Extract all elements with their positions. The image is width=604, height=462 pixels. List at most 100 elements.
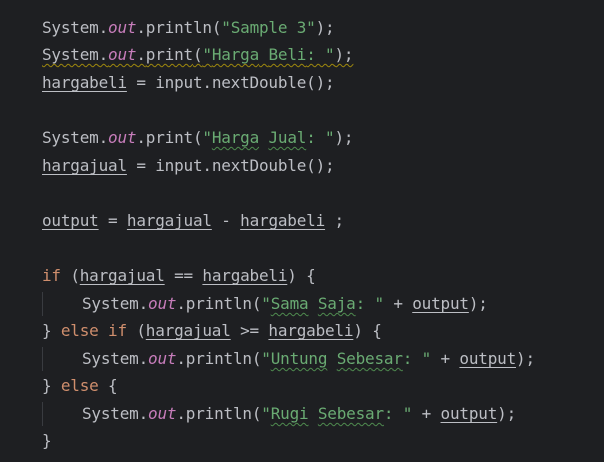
variable-hargabeli: hargabeli [42,73,127,92]
code-line-5[interactable]: System.out.print("Harga Jual: "); [42,126,354,150]
dot: . [136,45,146,64]
variable-hargajual: hargajual [145,321,231,340]
method-call: input.nextDouble(); [155,73,335,92]
string-literal: "Sama Saja: " [261,294,384,313]
open-brace: { [296,266,316,285]
code-line-10[interactable]: if (hargajual == hargabeli) { [42,264,316,288]
static-field: out [148,404,177,423]
close-paren-semicolon: ); [468,294,488,313]
assign-op: = [126,156,156,175]
method-name: println [145,18,212,37]
dot: . [138,294,149,313]
method-call: input.nextDouble(); [155,156,335,175]
code-line-8[interactable]: output = hargajual - hargabeli ; [42,209,344,233]
string-word-typo: Sama [270,294,309,313]
variable-hargabeli: hargabeli [202,266,288,285]
string-word-typo: Harga [211,128,260,147]
string-end: : " [306,45,335,64]
equals-op: == [164,266,203,285]
code-line-2[interactable]: System.out.print("Harga Beli: "); [42,43,354,67]
static-field: out [108,128,137,147]
paren: ) [287,266,297,285]
paren: ( [251,294,262,313]
class-ref: System [42,128,99,147]
string-end: : " [402,349,432,368]
plus-op: + [431,349,460,368]
code-line-13[interactable]: System.out.println("Untung Sebesar: " + … [82,347,535,371]
close-paren-semicolon: ); [315,18,335,37]
close-paren-semicolon: ); [334,45,354,64]
variable-output: output [440,404,498,423]
string-word-typo: Saja [317,294,356,313]
code-line-6[interactable]: hargajual = input.nextDouble(); [42,154,335,178]
indent-guide [42,347,43,371]
string-literal: "Rugi Sebesar: " [261,404,412,423]
dot: . [136,18,146,37]
variable-hargajual: hargajual [126,211,212,230]
code-line-1[interactable]: System.out.println("Sample 3"); [42,16,335,40]
variable-hargajual: hargajual [42,156,127,175]
paren: ( [136,321,146,340]
string-word-typo: Sebesar [336,349,403,368]
code-line-11[interactable]: System.out.println("Sama Saja: " + outpu… [82,292,488,316]
string-end: : " [383,404,413,423]
code-editor[interactable]: System.out.println("Sample 3"); System.o… [0,0,604,462]
method-name: print [145,128,193,147]
string-quote: " [261,404,271,423]
keyword-else: else [60,376,99,395]
paren: ( [192,45,203,64]
class-ref: System [82,404,139,423]
paren: ( [251,404,262,423]
string-space [308,404,317,423]
close-brace: } [42,431,52,450]
string-quote: " [202,128,212,147]
indent-guide [42,292,43,316]
code-line-3[interactable]: hargabeli = input.nextDouble(); [42,71,335,95]
string-word-typo: Jual [268,128,307,147]
close-paren-semicolon: ); [334,128,354,147]
variable-hargabeli: hargabeli [268,321,354,340]
minus-op: - [211,211,241,230]
string-quote: " [202,45,212,64]
method-name: println [185,349,252,368]
assign-op: = [126,73,156,92]
paren: ( [211,18,222,37]
code-line-16[interactable]: } [42,429,52,453]
variable-output: output [459,349,517,368]
open-brace: { [98,376,118,395]
dot: . [176,294,186,313]
method-name: println [185,294,252,313]
dot: . [138,404,149,423]
plus-op: + [383,294,413,313]
dot: . [136,128,146,147]
string-word-typo: Rugi [270,404,309,423]
variable-output: output [42,211,99,230]
string-end: : " [306,128,335,147]
variable-hargajual: hargajual [79,266,165,285]
dot: . [98,18,109,37]
code-line-15[interactable]: System.out.println("Rugi Sebesar: " + ou… [82,402,516,426]
keyword-else-if: else if [60,321,127,340]
method-name: print [145,45,193,64]
string-end: : " [355,294,385,313]
class-ref: System [42,45,99,64]
string-word-typo: Untung [270,349,328,368]
class-ref: System [82,294,139,313]
string-word-typo: Sebesar [317,404,384,423]
plus-op: + [412,404,441,423]
dot: . [138,349,149,368]
string-space [308,294,317,313]
string-quote: " [261,349,271,368]
gte-op: >= [230,321,269,340]
close-paren-semicolon: ); [516,349,535,368]
static-field: out [148,294,177,313]
paren: ) [353,321,363,340]
string-literal: "Harga Beli: " [202,45,334,64]
code-line-12[interactable]: } else if (hargajual >= hargabeli) { [42,319,382,343]
dot: . [98,128,109,147]
code-line-14[interactable]: } else { [42,374,118,398]
